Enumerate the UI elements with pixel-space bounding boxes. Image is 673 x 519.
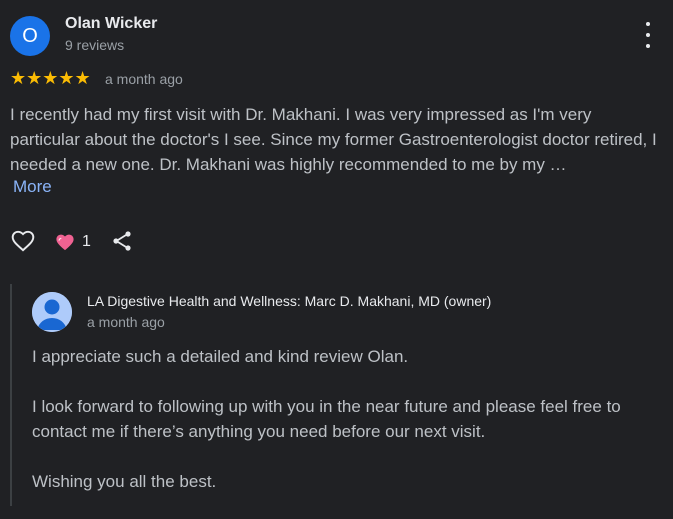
reaction-count: 1 bbox=[82, 233, 91, 250]
reviewer-avatar[interactable]: O bbox=[10, 16, 50, 56]
reviewer-review-count: 9 reviews bbox=[65, 37, 125, 53]
pink-heart-icon bbox=[55, 233, 75, 251]
more-options-icon[interactable] bbox=[637, 22, 659, 48]
owner-reply-date: a month ago bbox=[87, 314, 165, 330]
heart-outline-icon[interactable] bbox=[10, 228, 36, 254]
star-rating: ★★★★★ bbox=[10, 68, 91, 88]
review-date: a month ago bbox=[105, 71, 183, 87]
share-icon[interactable] bbox=[110, 229, 134, 253]
reviewer-name[interactable]: Olan Wicker bbox=[65, 15, 157, 33]
reply-paragraph: I look forward to following up with you … bbox=[32, 397, 621, 441]
more-link[interactable]: More bbox=[13, 177, 52, 197]
reply-paragraph: I appreciate such a detailed and kind re… bbox=[32, 347, 409, 366]
review-text: I recently had my first visit with Dr. M… bbox=[10, 105, 657, 174]
owner-avatar-icon[interactable] bbox=[32, 292, 72, 332]
reply-divider bbox=[10, 284, 12, 506]
owner-name[interactable]: LA Digestive Health and Wellness: Marc D… bbox=[87, 293, 491, 309]
reply-paragraph: Wishing you all the best. bbox=[32, 472, 217, 491]
owner-reply-text: I appreciate such a detailed and kind re… bbox=[32, 344, 652, 519]
